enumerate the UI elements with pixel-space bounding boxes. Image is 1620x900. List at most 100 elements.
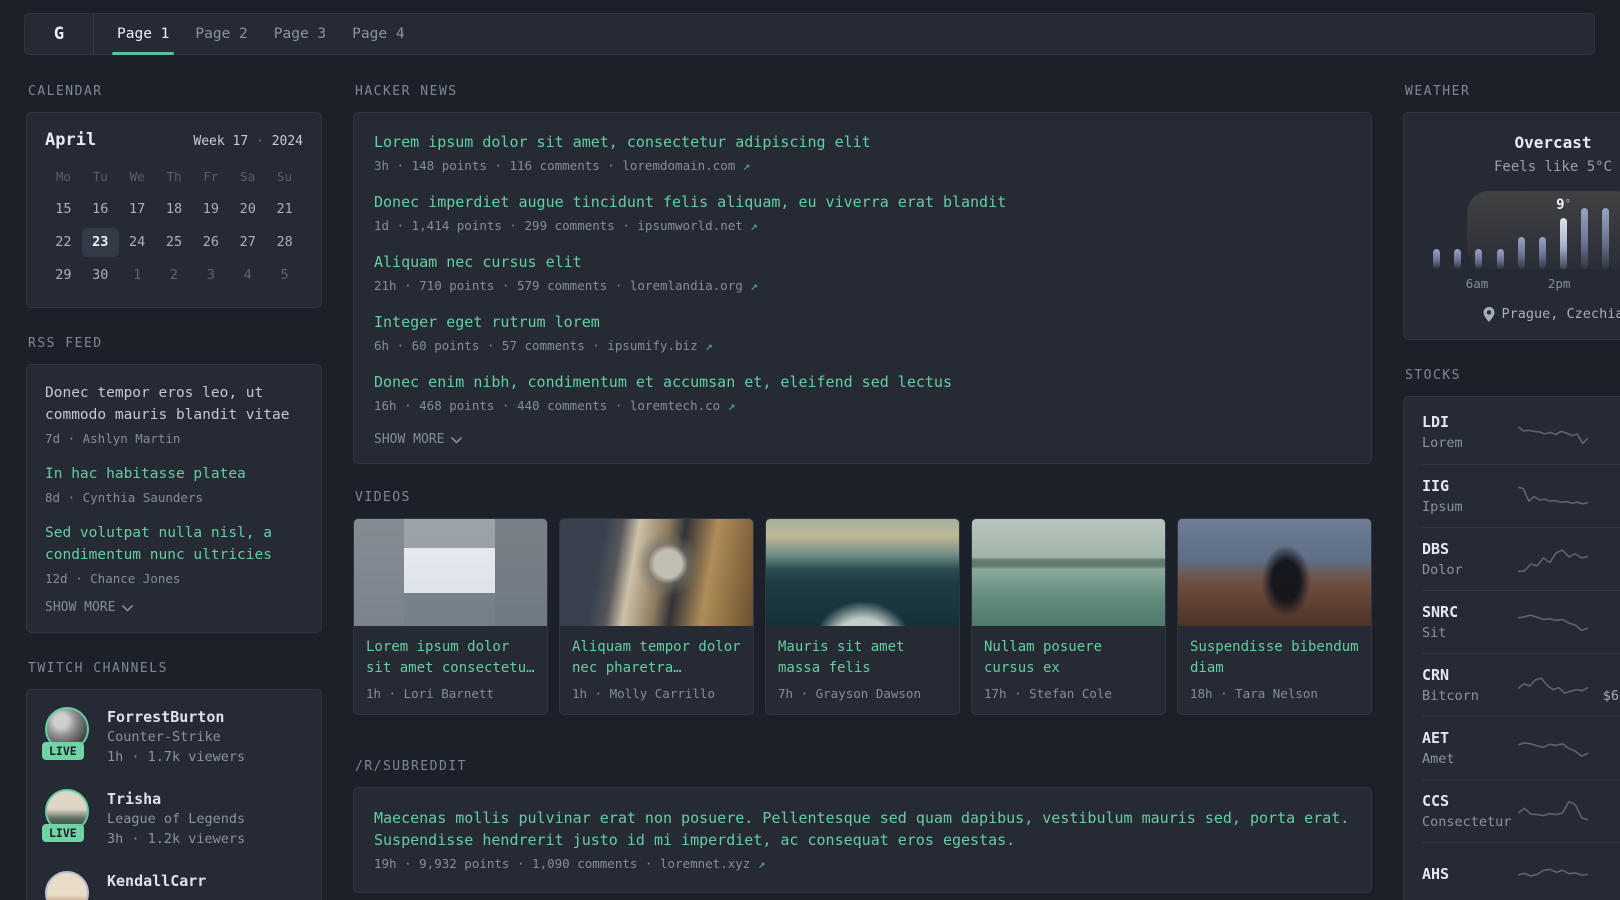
stock-row[interactable]: CRN Bitcorn -1.00% $66,171.48 — [1422, 653, 1620, 716]
video-title[interactable]: Mauris sit amet massa felis — [778, 637, 947, 679]
hn-source-link[interactable]: loremlandia.org — [630, 278, 743, 293]
stock-row[interactable]: LDI Lorem +4.35% $795.18 — [1422, 401, 1620, 464]
hn-item-title[interactable]: Aliquam nec cursus elit — [374, 253, 582, 271]
video-card[interactable]: Mauris sit amet massa felis 7h · Grayson… — [765, 518, 960, 715]
external-link-icon[interactable]: ↗ — [705, 338, 713, 353]
hn-meta-text: 1d · 1,414 points · 299 comments · — [374, 218, 638, 233]
tab-page-2[interactable]: Page 2 — [182, 14, 260, 54]
calendar-day: 20 — [239, 201, 256, 217]
video-card[interactable]: Lorem ipsum dolor sit amet consectetu… 1… — [353, 518, 548, 715]
weekday-label: We — [129, 169, 145, 184]
stock-sparkline — [1514, 479, 1592, 513]
weather-bar — [1538, 237, 1546, 269]
hn-show-more-button[interactable]: SHOW MORE — [374, 432, 463, 447]
hn-source-link[interactable]: ipsumworld.net — [637, 218, 742, 233]
weather-condition: Overcast — [1514, 133, 1592, 152]
rss-item-title[interactable]: Sed volutpat nulla nisl, a condimentum n… — [45, 525, 272, 563]
rss-item-meta: 12d · Chance Jones — [45, 571, 181, 586]
videos-section-label: VIDEOS — [355, 490, 411, 505]
reddit-post-title[interactable]: Maecenas mollis pulvinar erat non posuer… — [374, 809, 1349, 849]
streamer-game: Counter-Strike — [107, 729, 221, 745]
right-column: WEATHER Overcast Feels like 5°C 9° 6am 2p… — [1403, 84, 1620, 900]
stock-change: +2.84% — [1592, 476, 1620, 497]
stock-row[interactable]: CCS Consectetur +0.51% $165.84 — [1422, 779, 1620, 842]
calendar-month: April — [45, 130, 97, 150]
streamer-name: Trisha — [107, 790, 162, 808]
stock-row[interactable]: IIG Ipsum +2.84% $42.04 — [1422, 464, 1620, 527]
hn-item-title[interactable]: Integer eget rutrum lorem — [374, 313, 600, 331]
video-title[interactable]: Nullam posuere cursus ex — [984, 637, 1153, 679]
external-link-icon[interactable]: ↗ — [728, 398, 736, 413]
stock-price: $795.18 — [1592, 433, 1620, 453]
external-link-icon[interactable]: ↗ — [758, 856, 766, 871]
video-thumbnail[interactable] — [560, 519, 753, 626]
video-thumbnail[interactable] — [1178, 519, 1371, 626]
tab-page-1[interactable]: Page 1 — [104, 14, 182, 55]
weekday-label: Th — [166, 169, 182, 184]
external-link-icon[interactable]: ↗ — [750, 278, 758, 293]
weather-bar — [1560, 218, 1568, 269]
hn-source-link[interactable]: loremdomain.com — [622, 158, 735, 173]
separator-dot: · — [256, 134, 264, 149]
weather-bar — [1433, 249, 1441, 269]
rss-item-title[interactable]: Donec tempor eros leo, ut commodo mauris… — [45, 385, 289, 423]
stock-row[interactable]: SNRC Sit +1.36% $148.64 — [1422, 590, 1620, 653]
stock-row[interactable]: AET Amet +0.92% $499.72 — [1422, 716, 1620, 779]
weather-widget: Overcast Feels like 5°C 9° 6am2pm10pm Pr… — [1403, 112, 1620, 340]
video-card[interactable]: Suspendisse bibendum diam 18h · Tara Nel… — [1177, 518, 1372, 715]
video-thumbnail[interactable] — [766, 519, 959, 626]
twitch-channel[interactable]: LIVE Trisha League of Legends 3h · 1.2k … — [42, 789, 303, 849]
calendar-section-label: CALENDAR — [28, 84, 103, 99]
hn-item-title[interactable]: Lorem ipsum dolor sit amet, consectetur … — [374, 133, 871, 151]
calendar-day-next-month: 3 — [206, 267, 215, 283]
reddit-source-link[interactable]: loremnet.xyz — [660, 856, 750, 871]
hn-item-meta: 6h · 60 points · 57 comments · ipsumify.… — [374, 336, 1351, 355]
weather-bar — [1475, 249, 1483, 269]
video-title[interactable]: Suspendisse bibendum diam — [1190, 637, 1359, 679]
video-title[interactable]: Lorem ipsum dolor sit amet consectetu… — [366, 637, 535, 679]
external-link-icon[interactable]: ↗ — [743, 158, 751, 173]
calendar-day: 26 — [202, 234, 219, 250]
tab-page-4[interactable]: Page 4 — [339, 14, 417, 54]
hn-meta-text: 16h · 468 points · 440 comments · — [374, 398, 630, 413]
hn-item-meta: 16h · 468 points · 440 comments · loremt… — [374, 396, 1351, 415]
hn-item-title[interactable]: Donec imperdiet augue tincidunt felis al… — [374, 193, 1006, 211]
calendar-day: 17 — [129, 201, 146, 217]
stock-price: $165.84 — [1592, 812, 1620, 832]
stock-ticker: AET — [1422, 728, 1450, 747]
twitch-channel[interactable]: KendallCarr — [45, 871, 303, 900]
calendar-day-next-month: 2 — [169, 267, 179, 283]
video-meta: 1h · Molly Carrillo — [572, 686, 715, 701]
video-card[interactable]: Nullam posuere cursus ex 17h · Stefan Co… — [971, 518, 1166, 715]
twitch-channel[interactable]: LIVE ForrestBurton Counter-Strike 1h · 1… — [42, 707, 303, 767]
video-thumbnail[interactable] — [972, 519, 1165, 626]
weather-bar — [1496, 249, 1504, 269]
live-badge: LIVE — [42, 824, 84, 842]
hn-item-title[interactable]: Donec enim nibh, condimentum et accumsan… — [374, 373, 952, 391]
video-card[interactable]: Aliquam tempor dolor nec pharetra… 1h · … — [559, 518, 754, 715]
show-more-label: SHOW MORE — [45, 600, 116, 615]
weekday-label: Tu — [92, 169, 108, 184]
video-thumbnail[interactable] — [354, 519, 547, 626]
calendar-grid: Mo Tu We Th Fr Sa Su 15 16 17 18 19 20 2… — [45, 164, 303, 290]
weather-hourly-chart: 9° 6am2pm10pm — [1426, 191, 1620, 291]
weather-hour-label — [1590, 276, 1610, 291]
weather-hour-label — [1446, 276, 1466, 291]
stock-change: +1.36% — [1592, 602, 1620, 623]
app-logo[interactable]: G — [25, 14, 94, 54]
hn-source-link[interactable]: loremtech.co — [630, 398, 720, 413]
stock-price: $42.04 — [1592, 497, 1620, 517]
hn-source-link[interactable]: ipsumify.biz — [607, 338, 697, 353]
weekday-label: Mo — [55, 169, 71, 184]
calendar-day: 16 — [92, 201, 109, 217]
rss-item-title[interactable]: In hac habitasse platea — [45, 466, 246, 482]
rss-show-more-button[interactable]: SHOW MORE — [45, 600, 134, 615]
hn-item: Donec enim nibh, condimentum et accumsan… — [374, 372, 1351, 415]
stock-sparkline — [1514, 605, 1592, 639]
tab-page-3[interactable]: Page 3 — [261, 14, 339, 54]
video-title[interactable]: Aliquam tempor dolor nec pharetra… — [572, 637, 741, 679]
external-link-icon[interactable]: ↗ — [750, 218, 758, 233]
stock-row[interactable]: AHS +0.46% — [1422, 842, 1620, 900]
stock-row[interactable]: DBS Dolor +1.42% $156.28 — [1422, 527, 1620, 590]
hackernews-widget: Lorem ipsum dolor sit amet, consectetur … — [353, 112, 1372, 464]
